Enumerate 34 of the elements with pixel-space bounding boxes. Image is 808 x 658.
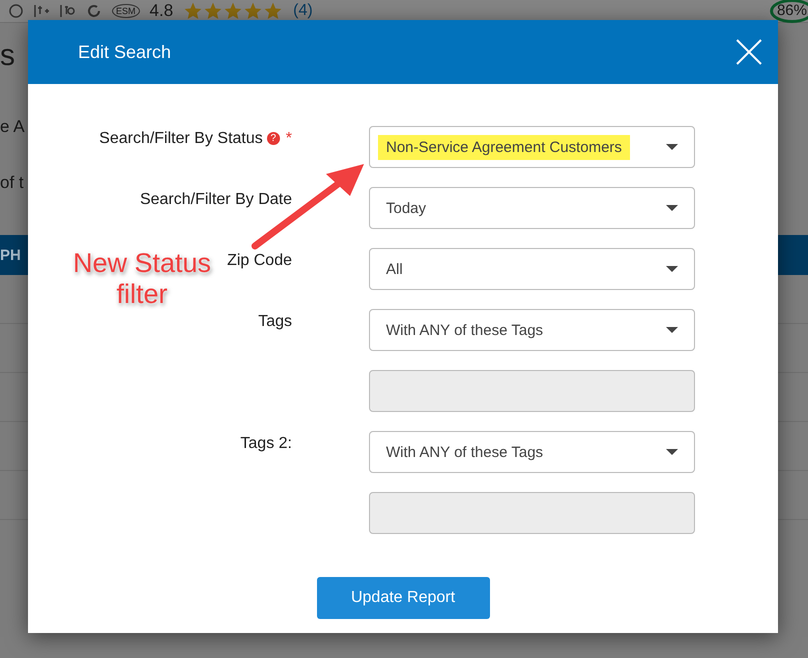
rating-value: 4.8 (150, 1, 174, 21)
dropdown-field[interactable]: Today (369, 187, 695, 229)
dropdown-field[interactable]: Non-Service Agreement Customers (369, 126, 695, 168)
page-heading: s (0, 39, 15, 73)
dropdown-field[interactable]: With ANY of these Tags (369, 431, 695, 473)
caret-icon (666, 327, 678, 333)
esm-badge[interactable]: ESM (112, 4, 140, 18)
field-label: Tags 2: (240, 435, 292, 452)
caret-icon (666, 144, 678, 150)
text-fragment: of t (0, 173, 24, 193)
refresh-icon[interactable] (86, 3, 102, 19)
field-label: Search/Filter By Date (140, 191, 292, 208)
dropdown-field[interactable]: With ANY of these Tags (369, 309, 695, 351)
caret-icon (666, 266, 678, 272)
help-icon[interactable]: ? (266, 132, 280, 146)
field-label: Zip Code (227, 252, 292, 269)
star-icon (183, 1, 204, 21)
text-fragment: e A (0, 117, 25, 137)
dropdown-field[interactable]: All (369, 248, 695, 290)
star-icon (263, 1, 284, 21)
required-asterisk: * (286, 130, 292, 147)
field-label: Tags (258, 313, 292, 330)
field-label: Search/Filter By Status (99, 130, 263, 147)
update-report-button[interactable]: Update Report (316, 577, 490, 619)
caret-icon (666, 205, 678, 211)
table-header-text: PH (0, 246, 21, 264)
star-icon (203, 1, 224, 21)
caret-icon (666, 449, 678, 455)
close-icon[interactable] (736, 39, 762, 65)
dialog-title: Edit Search (78, 42, 172, 62)
clock-icon[interactable] (8, 3, 24, 19)
annotation-text: New Status filter (72, 248, 212, 310)
star-icon (243, 1, 264, 21)
star-icon (223, 1, 244, 21)
